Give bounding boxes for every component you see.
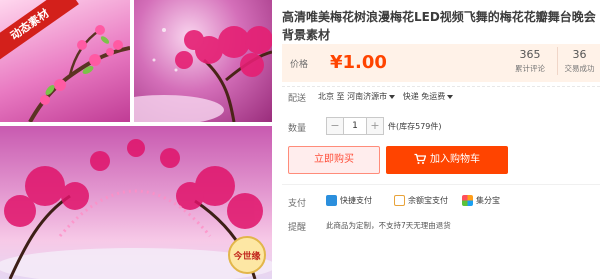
quantity-stepper: − + (326, 117, 384, 135)
product-image-3[interactable]: 今世缘 (0, 126, 272, 279)
sales-count: 36 (572, 48, 587, 61)
add-to-cart-button[interactable]: 加入购物车 (386, 146, 508, 174)
quantity-label: 数量 (288, 124, 307, 134)
payment-row: 支付 快捷支付 余额宝支付 集分宝 (282, 195, 600, 209)
product-title: 高清唯美梅花树浪漫梅花LED视频飞舞的梅花花瓣舞台晚会背景素材 (282, 10, 596, 42)
yuebao-icon (394, 195, 405, 206)
brand-stamp: 今世缘 (228, 236, 266, 274)
divider (282, 184, 600, 185)
quick-pay-icon (326, 195, 337, 206)
reviews-label: 累计评论 (515, 64, 545, 73)
sales-label: 交易成功 (564, 64, 595, 73)
cart-icon (414, 153, 426, 164)
product-page: 动态素材 今世缘 高清唯美梅花树浪漫梅花LED视频飞舞的梅花花瓣舞台晚会背景素材… (0, 0, 600, 279)
notice-label: 提醒 (288, 223, 307, 233)
buy-now-button[interactable]: 立即购买 (288, 146, 380, 174)
quantity-input[interactable] (343, 118, 367, 134)
notice-text: 此商品为定制，不支持7天无理由退货 (326, 221, 451, 230)
chevron-down-icon[interactable] (389, 94, 396, 99)
increment-button[interactable]: + (367, 118, 383, 134)
quantity-row: 数量 − + 件(库存579件) (282, 117, 600, 135)
payment-yuebao-label: 余额宝支付 (408, 196, 448, 205)
price-label: 价格 (290, 60, 309, 70)
payment-yuebao[interactable]: 余额宝支付 (394, 195, 448, 206)
price-box: 价格 ¥1.00 365 累计评论 36 交易成功 (282, 44, 600, 82)
stock-info: 件(库存579件) (388, 122, 442, 131)
payment-jifenbao-label: 集分宝 (476, 196, 500, 205)
payment-jifenbao[interactable]: 集分宝 (462, 195, 500, 206)
shipping-destination[interactable]: 北京 至 河南济源市 (318, 92, 387, 101)
product-gallery: 动态素材 今世缘 (0, 0, 272, 279)
payment-label: 支付 (288, 199, 307, 209)
shipping-method[interactable]: 快递 免运费 (403, 92, 446, 101)
reviews-count: 365 (519, 48, 541, 61)
payment-quick-label: 快捷支付 (340, 196, 372, 205)
reviews-stat[interactable]: 365 累计评论 (508, 47, 552, 75)
add-to-cart-label: 加入购物车 (430, 154, 480, 165)
divider (282, 86, 600, 87)
shipping-info: 北京 至 河南济源市 快递 免运费 (318, 91, 454, 102)
product-image-2[interactable] (134, 0, 272, 122)
sales-stat: 36 交易成功 (557, 47, 600, 75)
decrement-button[interactable]: − (327, 118, 343, 134)
product-info: 高清唯美梅花树浪漫梅花LED视频飞舞的梅花花瓣舞台晚会背景素材 价格 ¥1.00… (282, 0, 600, 279)
price-value: ¥1.00 (330, 52, 387, 73)
shipping-label: 配送 (288, 94, 307, 104)
product-image-1[interactable]: 动态素材 (0, 0, 130, 122)
jifenbao-icon (462, 195, 473, 206)
payment-quick[interactable]: 快捷支付 (326, 195, 372, 206)
blossom-tree-illustration (134, 26, 272, 122)
chevron-down-icon[interactable] (447, 94, 454, 99)
